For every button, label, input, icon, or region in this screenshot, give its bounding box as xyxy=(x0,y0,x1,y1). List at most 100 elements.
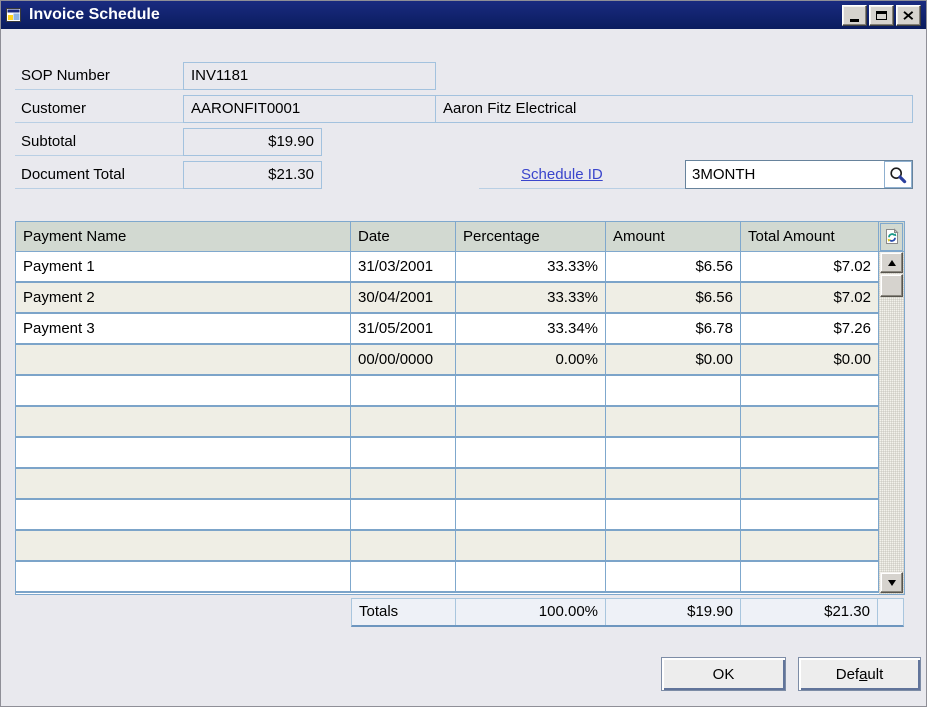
payment-name-cell[interactable]: Payment 3 xyxy=(16,314,351,343)
customer-label: Customer xyxy=(15,95,183,123)
maximize-button[interactable] xyxy=(869,5,894,26)
total-amount-cell[interactable] xyxy=(741,469,879,498)
maximize-icon xyxy=(876,11,887,20)
customer-name-value: Aaron Fitz Electrical xyxy=(435,95,913,123)
total-amount-cell[interactable] xyxy=(741,500,879,529)
ok-button[interactable]: OK xyxy=(661,657,786,691)
percentage-cell[interactable]: 33.33% xyxy=(456,283,606,312)
vertical-scrollbar[interactable] xyxy=(879,252,904,594)
date-cell[interactable]: 30/04/2001 xyxy=(351,283,456,312)
amount-cell[interactable] xyxy=(606,438,741,467)
close-button[interactable] xyxy=(896,5,921,26)
scroll-down-button[interactable] xyxy=(880,572,903,593)
total-amount-cell[interactable] xyxy=(741,562,879,591)
document-total-label: Document Total xyxy=(15,161,183,189)
table-row: Payment 331/05/200133.34%$6.78$7.26 xyxy=(16,314,879,345)
grid-header-corner xyxy=(879,222,904,251)
percentage-cell[interactable]: 0.00% xyxy=(456,345,606,374)
amount-cell[interactable] xyxy=(606,500,741,529)
total-amount-cell[interactable] xyxy=(741,407,879,436)
column-header-total-amount[interactable]: Total Amount xyxy=(741,222,879,251)
total-amount-cell[interactable]: $7.02 xyxy=(741,252,879,281)
percentage-cell[interactable] xyxy=(456,562,606,591)
percentage-cell[interactable]: 33.33% xyxy=(456,252,606,281)
payment-name-cell[interactable] xyxy=(16,345,351,374)
payment-name-cell[interactable] xyxy=(16,438,351,467)
date-cell[interactable] xyxy=(351,438,456,467)
date-cell[interactable] xyxy=(351,500,456,529)
column-header-payment-name[interactable]: Payment Name xyxy=(16,222,351,251)
amount-cell[interactable] xyxy=(606,469,741,498)
grid-header: Payment Name Date Percentage Amount Tota… xyxy=(16,222,904,252)
window-controls xyxy=(842,5,921,26)
table-row xyxy=(16,469,879,500)
percentage-cell[interactable]: 33.34% xyxy=(456,314,606,343)
window-title: Invoice Schedule xyxy=(29,6,160,24)
schedule-id-link[interactable]: Schedule ID xyxy=(521,166,603,183)
percentage-cell[interactable] xyxy=(456,407,606,436)
payment-name-cell[interactable] xyxy=(16,531,351,560)
date-cell[interactable] xyxy=(351,376,456,405)
date-cell[interactable] xyxy=(351,469,456,498)
payment-name-cell[interactable] xyxy=(16,376,351,405)
amount-cell[interactable] xyxy=(606,407,741,436)
date-cell[interactable]: 00/00/0000 xyxy=(351,345,456,374)
total-amount-cell[interactable] xyxy=(741,438,879,467)
date-cell[interactable]: 31/05/2001 xyxy=(351,314,456,343)
amount-cell[interactable]: $0.00 xyxy=(606,345,741,374)
percentage-cell[interactable] xyxy=(456,500,606,529)
date-cell[interactable] xyxy=(351,407,456,436)
schedule-id-group xyxy=(685,160,913,189)
table-row xyxy=(16,438,879,469)
scroll-up-icon xyxy=(888,260,896,266)
minimize-button[interactable] xyxy=(842,5,867,26)
percentage-cell[interactable] xyxy=(456,469,606,498)
default-label-prefix: Def xyxy=(836,666,859,683)
total-amount-cell[interactable]: $7.02 xyxy=(741,283,879,312)
scroll-thumb[interactable] xyxy=(880,274,903,297)
column-header-date[interactable]: Date xyxy=(351,222,456,251)
totals-row: Totals 100.00% $19.90 $21.30 xyxy=(351,598,904,627)
payment-name-cell[interactable]: Payment 1 xyxy=(16,252,351,281)
scroll-up-button[interactable] xyxy=(880,252,903,273)
amount-cell[interactable]: $6.78 xyxy=(606,314,741,343)
amount-cell[interactable] xyxy=(606,376,741,405)
scroll-down-icon xyxy=(888,580,896,586)
payment-name-cell[interactable] xyxy=(16,500,351,529)
schedule-id-input[interactable] xyxy=(686,161,884,188)
default-button[interactable]: Default xyxy=(798,657,921,691)
total-amount-cell[interactable] xyxy=(741,531,879,560)
percentage-cell[interactable] xyxy=(456,376,606,405)
invoice-schedule-window: Invoice Schedule SOP Number INV1181 Cust… xyxy=(0,0,927,707)
schedule-id-lookup-button[interactable] xyxy=(884,161,912,188)
document-total-value: $21.30 xyxy=(183,161,322,189)
table-row xyxy=(16,407,879,438)
total-amount-cell[interactable]: $0.00 xyxy=(741,345,879,374)
total-amount-cell[interactable]: $7.26 xyxy=(741,314,879,343)
sop-number-label: SOP Number xyxy=(15,62,183,90)
grid-rows: Payment 131/03/200133.33%$6.56$7.02Payme… xyxy=(16,252,879,594)
amount-cell[interactable]: $6.56 xyxy=(606,252,741,281)
table-row: Payment 230/04/200133.33%$6.56$7.02 xyxy=(16,283,879,314)
payment-name-cell[interactable] xyxy=(16,469,351,498)
amount-cell[interactable] xyxy=(606,531,741,560)
total-amount-cell[interactable] xyxy=(741,376,879,405)
amount-cell[interactable]: $6.56 xyxy=(606,283,741,312)
totals-percentage: 100.00% xyxy=(456,599,606,625)
refresh-button[interactable] xyxy=(880,223,903,251)
payment-name-cell[interactable] xyxy=(16,407,351,436)
percentage-cell[interactable] xyxy=(456,531,606,560)
column-header-percentage[interactable]: Percentage xyxy=(456,222,606,251)
date-cell[interactable] xyxy=(351,562,456,591)
totals-label: Totals xyxy=(352,599,456,625)
table-row: 00/00/00000.00%$0.00$0.00 xyxy=(16,345,879,376)
percentage-cell[interactable] xyxy=(456,438,606,467)
table-row xyxy=(16,562,879,593)
amount-cell[interactable] xyxy=(606,562,741,591)
date-cell[interactable]: 31/03/2001 xyxy=(351,252,456,281)
payment-name-cell[interactable]: Payment 2 xyxy=(16,283,351,312)
date-cell[interactable] xyxy=(351,531,456,560)
column-header-amount[interactable]: Amount xyxy=(606,222,741,251)
subtotal-label: Subtotal xyxy=(15,128,183,156)
payment-name-cell[interactable] xyxy=(16,562,351,591)
